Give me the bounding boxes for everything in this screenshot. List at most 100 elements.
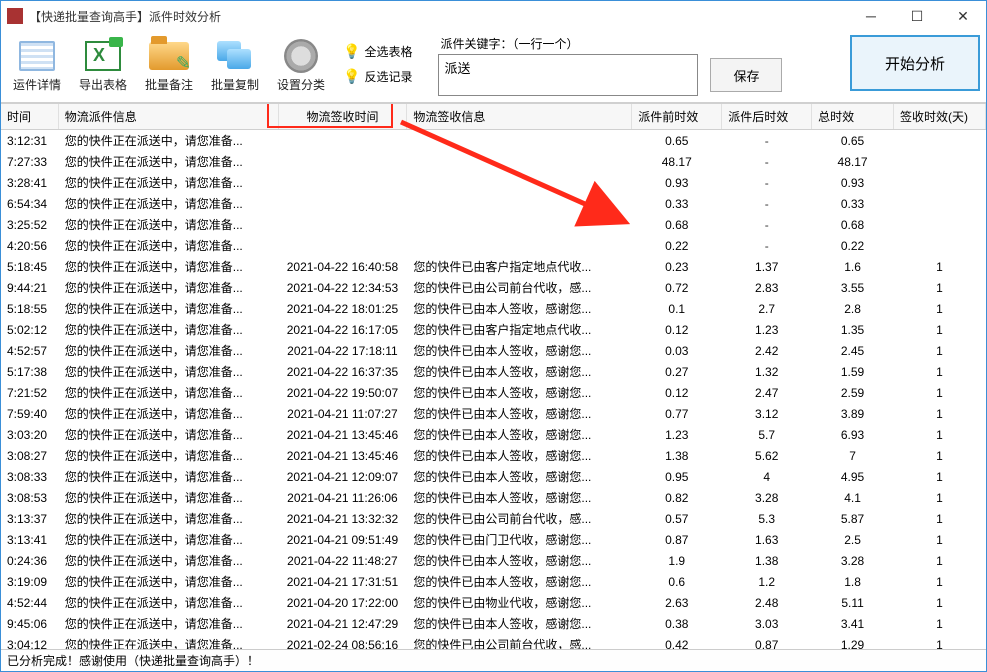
cell-dispatch-info: 您的快件正在派送中，请您准备... [58,235,278,256]
table-row[interactable]: 7:59:40您的快件正在派送中，请您准备...2021-04-21 11:07… [1,403,986,424]
table-row[interactable]: 9:45:06您的快件正在派送中，请您准备...2021-04-21 12:47… [1,613,986,634]
col-sign-days[interactable]: 签收时效(天) [893,104,985,130]
select-all-option[interactable]: 💡 全选表格 [343,43,412,60]
table-row[interactable]: 4:52:44您的快件正在派送中，请您准备...2021-04-20 17:22… [1,592,986,613]
cell-days: 1 [893,403,985,424]
cell-time: 3:08:53 [1,487,58,508]
cell-time: 5:17:38 [1,361,58,382]
cell-days: 1 [893,298,985,319]
cell-sign-time: 2021-04-21 11:26:06 [278,487,407,508]
table-row[interactable]: 5:18:55您的快件正在派送中，请您准备...2021-04-22 18:01… [1,298,986,319]
cell-dispatch-info: 您的快件正在派送中，请您准备... [58,424,278,445]
keyword-textarea[interactable] [438,54,698,96]
table-row[interactable]: 4:52:57您的快件正在派送中，请您准备...2021-04-22 17:18… [1,340,986,361]
keyword-label: 派件关键字：（一行一个） [440,35,782,52]
table-row[interactable]: 3:28:41您的快件正在派送中，请您准备...0.93-0.93 [1,172,986,193]
data-grid[interactable]: 时间 物流派件信息 物流签收时间 物流签收信息 派件前时效 派件后时效 总时效 … [1,104,986,649]
cell-days [893,151,985,172]
cell-sign-info [407,235,632,256]
shipment-detail-button[interactable]: 运件详情 [7,35,67,91]
cell-days: 1 [893,634,985,649]
cell-pre: 48.17 [632,151,722,172]
cell-time: 9:44:21 [1,277,58,298]
col-dispatch-info[interactable]: 物流派件信息 [58,104,278,130]
table-row[interactable]: 3:03:20您的快件正在派送中，请您准备...2021-04-21 13:45… [1,424,986,445]
set-category-button[interactable]: 设置分类 [271,35,331,91]
save-button[interactable]: 保存 [710,58,782,92]
col-pre-duration[interactable]: 派件前时效 [632,104,722,130]
table-row[interactable]: 3:25:52您的快件正在派送中，请您准备...0.68-0.68 [1,214,986,235]
table-row[interactable]: 3:19:09您的快件正在派送中，请您准备...2021-04-21 17:31… [1,571,986,592]
table-row[interactable]: 3:04:12您的快件正在派送中，请您准备...2021-02-24 08:56… [1,634,986,649]
cell-sign-time: 2021-04-22 17:18:11 [278,340,407,361]
cell-dispatch-info: 您的快件正在派送中，请您准备... [58,445,278,466]
status-text: 已分析完成！感谢使用（快递批量查询高手）！ [7,652,259,669]
minimize-button[interactable]: ─ [848,1,894,31]
cell-sign-info: 您的快件已由本人签收，感谢您... [407,571,632,592]
cell-dispatch-info: 您的快件正在派送中，请您准备... [58,172,278,193]
col-time[interactable]: 时间 [1,104,58,130]
cell-time: 4:20:56 [1,235,58,256]
cell-sign-info: 您的快件已由客户指定地点代收... [407,256,632,277]
cell-post: 0.87 [722,634,812,649]
cell-time: 4:52:57 [1,340,58,361]
maximize-button[interactable]: ☐ [894,1,940,31]
cell-sign-time: 2021-04-21 12:09:07 [278,466,407,487]
cell-dispatch-info: 您的快件正在派送中，请您准备... [58,571,278,592]
invert-select-option[interactable]: 💡 反选记录 [343,68,412,85]
batch-remark-button[interactable]: 批量备注 [139,35,199,91]
close-button[interactable]: ✕ [940,1,986,31]
cell-total: 0.33 [812,193,894,214]
cell-days: 1 [893,256,985,277]
table-row[interactable]: 5:17:38您的快件正在派送中，请您准备...2021-04-22 16:37… [1,361,986,382]
table-row[interactable]: 5:18:45您的快件正在派送中，请您准备...2021-04-22 16:40… [1,256,986,277]
table-row[interactable]: 3:13:41您的快件正在派送中，请您准备...2021-04-21 09:51… [1,529,986,550]
cell-days [893,235,985,256]
cell-time: 3:08:33 [1,466,58,487]
cell-total: 3.28 [812,550,894,571]
cell-post: 2.83 [722,277,812,298]
cell-pre: 0.12 [632,319,722,340]
table-row[interactable]: 3:13:37您的快件正在派送中，请您准备...2021-04-21 13:32… [1,508,986,529]
cell-sign-time: 2021-04-21 13:45:46 [278,445,407,466]
start-analysis-button[interactable]: 开始分析 [850,35,980,91]
cell-sign-info: 您的快件已由客户指定地点代收... [407,319,632,340]
batch-copy-button[interactable]: 批量复制 [205,35,265,91]
export-table-button[interactable]: 导出表格 [73,35,133,91]
cell-post: 1.2 [722,571,812,592]
table-row[interactable]: 4:20:56您的快件正在派送中，请您准备...0.22-0.22 [1,235,986,256]
table-row[interactable]: 6:54:34您的快件正在派送中，请您准备...0.33-0.33 [1,193,986,214]
cell-total: 3.41 [812,613,894,634]
table-row[interactable]: 3:08:27您的快件正在派送中，请您准备...2021-04-21 13:45… [1,445,986,466]
table-row[interactable]: 7:27:33您的快件正在派送中，请您准备...48.17-48.17 [1,151,986,172]
cell-days: 1 [893,277,985,298]
status-bar: 已分析完成！感谢使用（快递批量查询高手）！ [1,649,986,671]
cell-sign-time [278,172,407,193]
cell-sign-time: 2021-04-21 11:07:27 [278,403,407,424]
col-sign-time[interactable]: 物流签收时间 [278,104,407,130]
cell-dispatch-info: 您的快件正在派送中，请您准备... [58,529,278,550]
cell-sign-info: 您的快件已由本人签收，感谢您... [407,550,632,571]
cell-pre: 0.23 [632,256,722,277]
col-total-duration[interactable]: 总时效 [812,104,894,130]
table-row[interactable]: 5:02:12您的快件正在派送中，请您准备...2021-04-22 16:17… [1,319,986,340]
cell-dispatch-info: 您的快件正在派送中，请您准备... [58,151,278,172]
cell-sign-info: 您的快件已由本人签收，感谢您... [407,445,632,466]
col-sign-info[interactable]: 物流签收信息 [407,104,632,130]
table-row[interactable]: 3:08:53您的快件正在派送中，请您准备...2021-04-21 11:26… [1,487,986,508]
cell-sign-info: 您的快件已由公司前台代收，感... [407,508,632,529]
cell-days: 1 [893,487,985,508]
cell-pre: 0.93 [632,172,722,193]
table-row[interactable]: 0:24:36您的快件正在派送中，请您准备...2021-04-22 11:48… [1,550,986,571]
table-row[interactable]: 9:44:21您的快件正在派送中，请您准备...2021-04-22 12:34… [1,277,986,298]
table-row[interactable]: 7:21:52您的快件正在派送中，请您准备...2021-04-22 19:50… [1,382,986,403]
cell-pre: 1.23 [632,424,722,445]
cell-pre: 0.87 [632,529,722,550]
cell-dispatch-info: 您的快件正在派送中，请您准备... [58,361,278,382]
cell-dispatch-info: 您的快件正在派送中，请您准备... [58,277,278,298]
table-row[interactable]: 3:08:33您的快件正在派送中，请您准备...2021-04-21 12:09… [1,466,986,487]
cell-dispatch-info: 您的快件正在派送中，请您准备... [58,613,278,634]
cell-post: 4 [722,466,812,487]
table-row[interactable]: 3:12:31您的快件正在派送中，请您准备...0.65-0.65 [1,130,986,152]
col-post-duration[interactable]: 派件后时效 [722,104,812,130]
